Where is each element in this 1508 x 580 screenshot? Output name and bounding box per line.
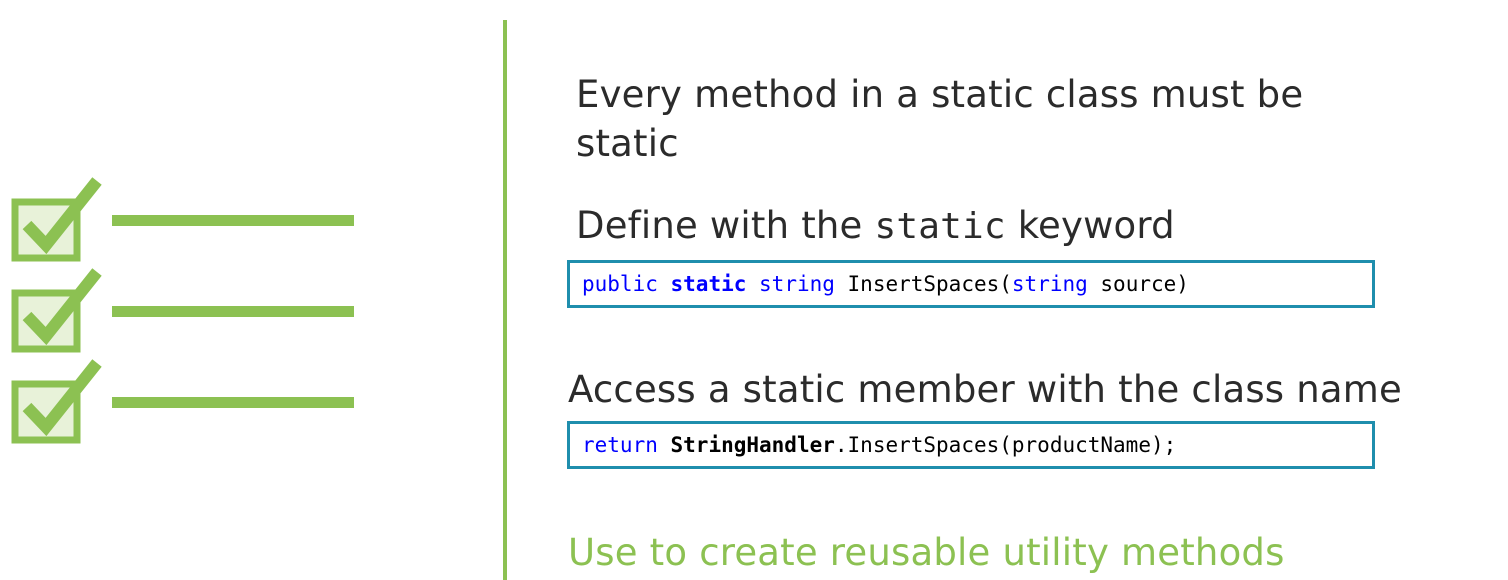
point-static-methods: Every method in a static class must be s… (576, 73, 1304, 165)
checklist-row (0, 173, 370, 263)
code-keyword: return (582, 433, 658, 457)
checklist-row (0, 355, 370, 445)
code-keyword: public (582, 272, 658, 296)
code-sample-declaration: public static string InsertSpaces(string… (567, 260, 1375, 308)
code-text: source) (1087, 272, 1189, 296)
checklist-line (112, 397, 354, 408)
vertical-divider (503, 20, 507, 580)
point-define-suffix: keyword (1017, 204, 1175, 247)
checklist-row (0, 264, 370, 354)
code-sample-call: return StringHandler.InsertSpaces(produc… (567, 421, 1375, 469)
checklist-illustration (0, 165, 370, 445)
code-keyword: string (759, 272, 835, 296)
code-class-name: StringHandler (670, 433, 835, 457)
point-define-prefix: Define with the (576, 204, 863, 247)
point-define-keyword: Define with the static keyword (576, 201, 1175, 251)
static-keyword-code: static (874, 206, 1006, 247)
point-access-static-member: Access a static member with the class na… (568, 368, 1402, 411)
code-text: .InsertSpaces(productName); (834, 433, 1177, 457)
checklist-line (112, 215, 354, 226)
checkbox-checked-icon (11, 359, 102, 444)
checklist-line (112, 306, 354, 317)
code-keyword: string (1011, 272, 1088, 296)
point-utility-methods: Use to create reusable utility methods (568, 531, 1285, 574)
code-text: InsertSpaces( (834, 272, 1012, 296)
checkbox-checked-icon (11, 268, 102, 353)
checkbox-checked-icon (11, 177, 102, 262)
code-keyword: static (670, 272, 747, 296)
